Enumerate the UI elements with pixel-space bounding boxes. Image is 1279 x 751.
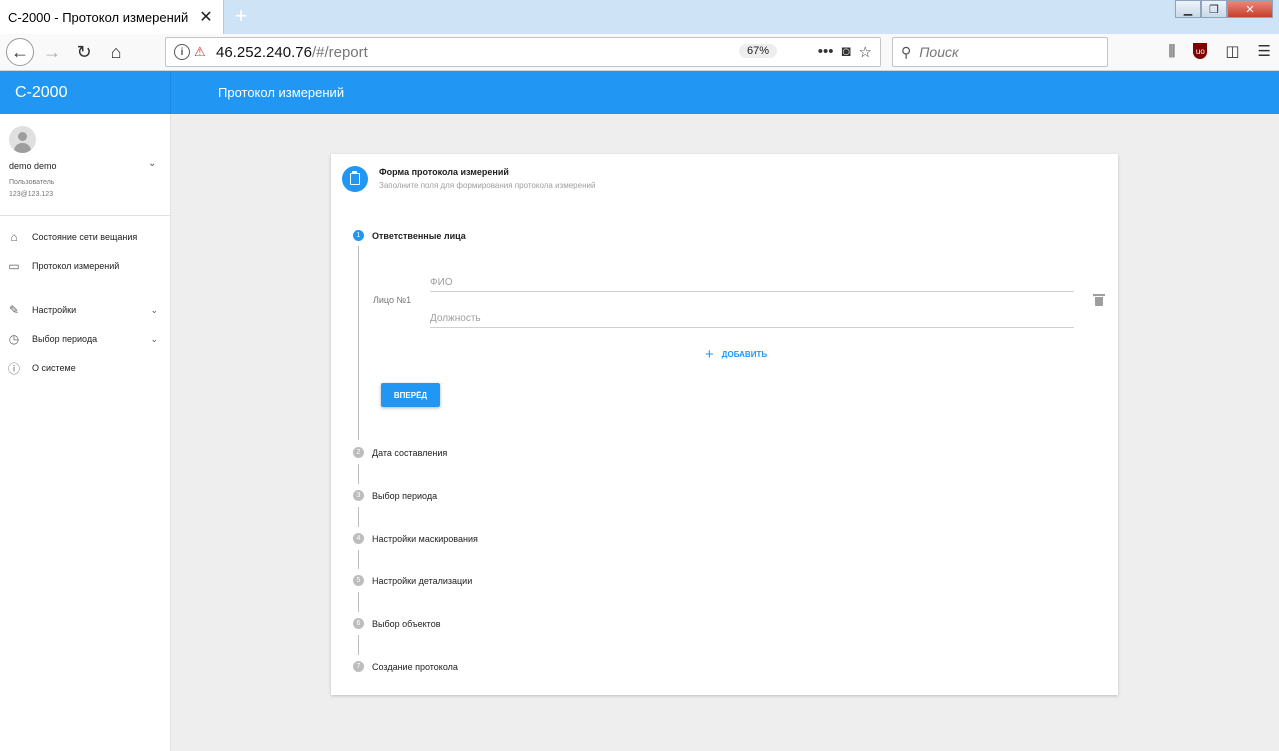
app-brand[interactable]: С-2000 xyxy=(0,71,171,114)
url-host: 46.252.240.76 xyxy=(216,44,312,61)
pocket-icon[interactable]: ◙ xyxy=(841,43,850,61)
forward-button[interactable]: → xyxy=(38,38,66,66)
app-bar: С-2000 Протокол измерений xyxy=(0,71,1279,114)
url-path: /#/report xyxy=(311,44,368,61)
step-label[interactable]: Выбор периода xyxy=(372,491,437,501)
sidebar-item-period[interactable]: ◷ Выбор периода ⌄ xyxy=(0,328,170,350)
step-number: 1 xyxy=(353,230,364,241)
step-number: 7 xyxy=(353,661,364,672)
clock-icon: ◷ xyxy=(8,332,20,346)
step-connector xyxy=(358,635,359,655)
window-close-button[interactable]: ✕ xyxy=(1227,0,1273,18)
form-title: Форма протокола измерений xyxy=(379,167,509,177)
step-connector xyxy=(358,246,359,440)
url-bar[interactable]: i ⚠ 46.252.240.76/#/report 67% ••• ◙ ☆ xyxy=(165,37,881,67)
step-label[interactable]: Настройки детализации xyxy=(372,576,472,586)
position-input[interactable] xyxy=(430,306,1074,327)
add-button-label: ДОБАВИТЬ xyxy=(721,349,768,359)
wrench-icon: ✎ xyxy=(8,303,20,317)
clipboard-icon xyxy=(342,166,368,192)
step-connector xyxy=(358,464,359,484)
browser-tabbar: С-2000 - Протокол измерений ✕ + ▁ ❐ ✕ xyxy=(0,0,1279,34)
step-label[interactable]: Создание протокола xyxy=(372,662,458,672)
bookmark-star-icon[interactable]: ☆ xyxy=(859,43,872,61)
plus-icon: + xyxy=(705,345,714,363)
sidebar: demo demo ⌄ Пользователь 123@123.123 ⌂ С… xyxy=(0,114,171,751)
sidebar-item-network-status[interactable]: ⌂ Состояние сети вещания xyxy=(0,226,170,248)
next-button[interactable]: ВПЕРЁД xyxy=(381,383,440,407)
library-icon[interactable]: ⫼ xyxy=(1168,43,1175,60)
window-controls: ▁ ❐ ✕ xyxy=(1175,0,1273,18)
search-placeholder: Поиск xyxy=(919,44,959,60)
step-label[interactable]: Дата составления xyxy=(372,448,447,458)
browser-tab[interactable]: С-2000 - Протокол измерений ✕ xyxy=(0,0,224,34)
arrow-left-icon: ← xyxy=(11,41,29,62)
url-actions: ••• ◙ ☆ xyxy=(818,43,872,61)
home-button[interactable]: ⌂ xyxy=(102,38,130,66)
tab-title: С-2000 - Протокол измерений xyxy=(8,9,189,25)
step-connector xyxy=(358,592,359,612)
user-role: Пользователь xyxy=(9,179,55,186)
step-connector xyxy=(358,507,359,527)
step-number: 5 xyxy=(353,575,364,586)
sidebar-item-label: Состояние сети вещания xyxy=(32,232,138,242)
sidebar-item-label: Выбор периода xyxy=(32,334,98,344)
page-title: Протокол измерений xyxy=(218,85,345,100)
step-label[interactable]: Ответственные лица xyxy=(372,231,466,241)
search-bar[interactable]: ⚲ Поиск xyxy=(892,37,1108,67)
chevron-down-icon[interactable]: ⌄ xyxy=(148,158,156,169)
sidebar-toggle-icon[interactable]: ◫ xyxy=(1225,42,1239,60)
more-actions-icon[interactable]: ••• xyxy=(818,43,834,61)
report-form-card: Форма протокола измерений Заполните поля… xyxy=(331,154,1118,695)
menu-icon[interactable]: ☰ xyxy=(1258,42,1271,60)
add-person-button[interactable]: + ДОБАВИТЬ xyxy=(705,345,768,363)
chevron-down-icon: ⌄ xyxy=(150,333,158,344)
browser-navbar: ← → ↻ ⌂ i ⚠ 46.252.240.76/#/report 67% •… xyxy=(0,34,1279,71)
url-text[interactable]: 46.252.240.76/#/report xyxy=(216,44,368,61)
zoom-badge[interactable]: 67% xyxy=(739,44,778,58)
step-number: 2 xyxy=(353,447,364,458)
home-icon: ⌂ xyxy=(110,41,122,62)
step-connector xyxy=(358,550,359,569)
step-number: 3 xyxy=(353,490,364,501)
sidebar-item-label: Протокол измерений xyxy=(32,261,120,271)
user-email: 123@123.123 xyxy=(9,191,54,198)
ublock-icon[interactable]: uo xyxy=(1193,43,1208,59)
new-tab-button[interactable]: + xyxy=(228,2,254,30)
position-field[interactable] xyxy=(430,306,1074,328)
avatar xyxy=(9,126,36,153)
reload-icon: ↻ xyxy=(76,41,92,62)
sidebar-item-about[interactable]: ⓘ О системе xyxy=(0,357,170,379)
step-label[interactable]: Выбор объектов xyxy=(372,619,440,629)
back-button[interactable]: ← xyxy=(6,38,34,66)
step-number: 6 xyxy=(353,618,364,629)
fio-input[interactable] xyxy=(430,270,1074,291)
insecure-lock-icon[interactable]: ⚠ xyxy=(194,44,210,60)
sidebar-divider xyxy=(0,215,170,216)
toolbar-right: ⫼ uo ◫ ☰ xyxy=(1168,42,1271,61)
form-subtitle: Заполните поля для формирования протокол… xyxy=(379,181,596,190)
chevron-down-icon: ⌄ xyxy=(150,304,158,315)
sidebar-item-report[interactable]: ▭ Протокол измерений xyxy=(0,255,170,277)
home-icon: ⌂ xyxy=(10,230,18,244)
delete-person-icon[interactable] xyxy=(1093,294,1105,306)
sidebar-item-settings[interactable]: ✎ Настройки ⌄ xyxy=(0,299,170,321)
step-label[interactable]: Настройки маскирования xyxy=(372,534,478,544)
sidebar-item-label: О системе xyxy=(32,363,76,373)
reload-button[interactable]: ↻ xyxy=(70,38,98,66)
search-icon: ⚲ xyxy=(901,43,912,60)
clipboard-icon: ▭ xyxy=(8,259,20,273)
sidebar-item-label: Настройки xyxy=(32,305,77,315)
arrow-right-icon: → xyxy=(43,41,61,62)
info-icon: ⓘ xyxy=(7,361,20,376)
user-name[interactable]: demo demo xyxy=(9,161,57,171)
minimize-button[interactable]: ▁ xyxy=(1175,0,1201,18)
restore-button[interactable]: ❐ xyxy=(1201,0,1227,18)
fio-field[interactable] xyxy=(430,270,1074,292)
info-icon[interactable]: i xyxy=(174,44,190,60)
step-number: 4 xyxy=(353,533,364,544)
person-label: Лицо №1 xyxy=(373,295,412,305)
tab-close-icon[interactable]: ✕ xyxy=(195,6,217,28)
